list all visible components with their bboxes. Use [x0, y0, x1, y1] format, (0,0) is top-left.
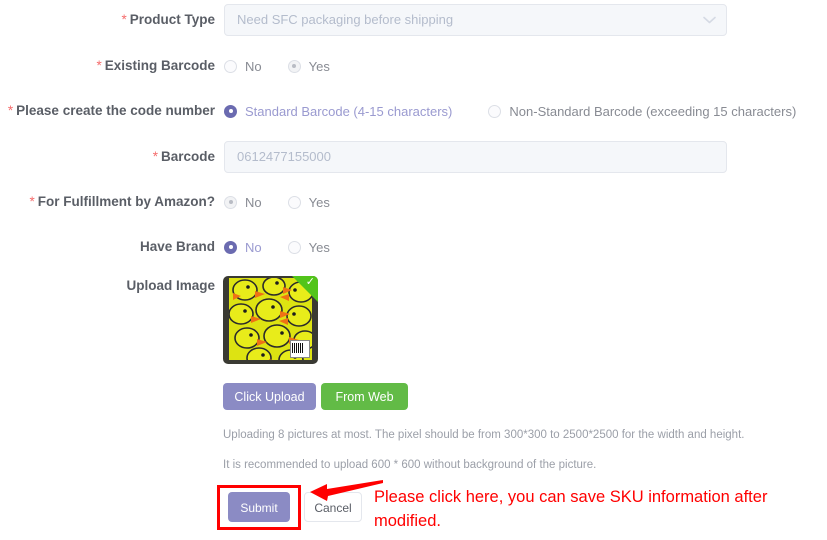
required-star: * [121, 12, 127, 27]
radio-label: No [245, 58, 262, 74]
required-star: * [7, 103, 14, 118]
radio-standard-barcode[interactable]: Standard Barcode (4-15 characters) [224, 104, 452, 119]
control-existing-barcode: No Yes [224, 48, 356, 84]
upload-hint-text: Uploading 8 pictures at most. The pixel … [223, 429, 745, 471]
label-text: Have Brand [139, 239, 215, 254]
label-upload-image: Upload Image [126, 278, 215, 293]
control-barcode: 0612477155000 [224, 139, 727, 175]
label-text: For Fulfillment by Amazon? [37, 194, 215, 209]
label-product-type: * Product Type [0, 2, 215, 38]
sku-edit-form: * Product Type Need SFC packaging before … [0, 0, 827, 540]
radio-dot [287, 240, 301, 254]
label-text: Barcode [160, 149, 215, 164]
label-text: Existing Barcode [104, 58, 215, 73]
control-fba: No Yes [224, 184, 356, 220]
required-star: * [29, 194, 35, 209]
radio-dot [287, 195, 301, 209]
form-row-barcode: * Barcode 0612477155000 [0, 139, 827, 175]
radio-dot-selected [224, 195, 237, 209]
label-existing-barcode: * Existing Barcode [0, 48, 215, 84]
control-have-brand: No Yes [224, 229, 356, 265]
barcode-value: 0612477155000 [237, 149, 331, 164]
label-text: Product Type [129, 12, 215, 27]
control-code-number: Standard Barcode (4-15 characters) Non-S… [224, 93, 822, 129]
radio-label: No [245, 194, 262, 210]
radio-dot [224, 59, 237, 73]
required-star: * [152, 149, 158, 164]
required-star: * [96, 58, 102, 73]
radio-existing-barcode-no[interactable]: No [224, 59, 262, 74]
check-icon: ✓ [305, 276, 315, 288]
form-row-code-number: * Please create the code number Standard … [0, 93, 827, 129]
product-type-value: Need SFC packaging before shipping [237, 12, 454, 27]
radio-group-existing-barcode: No Yes [224, 48, 356, 84]
radio-non-standard-barcode[interactable]: Non-Standard Barcode (exceeding 15 chara… [488, 104, 796, 119]
barcode-sticker-icon [290, 340, 310, 358]
label-barcode: * Barcode [0, 139, 215, 175]
radio-dot-selected [224, 240, 237, 254]
radio-label: Yes [308, 239, 330, 255]
chevron-down-icon[interactable] [703, 5, 716, 35]
radio-existing-barcode-yes[interactable]: Yes [287, 58, 330, 74]
form-row-product-type: * Product Type Need SFC packaging before … [0, 2, 827, 38]
annotation-highlight-box [217, 485, 301, 530]
radio-label: Yes [308, 58, 330, 74]
annotation-text: Please click here, you can save SKU info… [374, 488, 768, 530]
click-upload-button[interactable]: Click Upload [223, 383, 316, 410]
radio-group-have-brand: No Yes [224, 229, 356, 265]
form-footer: Submit Cancel Please click here, you can… [0, 480, 827, 540]
barcode-input[interactable]: 0612477155000 [224, 141, 727, 173]
from-web-button[interactable]: From Web [321, 383, 408, 410]
radio-label: Non-Standard Barcode (exceeding 15 chara… [509, 103, 797, 119]
uploaded-image-thumbnail[interactable]: ✓ [223, 276, 318, 364]
label-text: Please create the code number [16, 103, 215, 118]
radio-label: No [245, 239, 262, 255]
radio-label: Standard Barcode (4-15 characters) [245, 103, 453, 119]
form-row-have-brand: Have Brand No Yes [0, 229, 827, 265]
control-product-type: Need SFC packaging before shipping [224, 2, 727, 38]
radio-dot [488, 104, 502, 118]
label-code-number: * Please create the code number [0, 93, 215, 129]
radio-have-brand-yes[interactable]: Yes [287, 239, 330, 255]
radio-fba-yes[interactable]: Yes [287, 194, 330, 210]
radio-label: Yes [308, 194, 330, 210]
product-type-select[interactable]: Need SFC packaging before shipping [224, 4, 727, 36]
form-row-existing-barcode: * Existing Barcode No Yes [0, 48, 827, 84]
form-row-fba: * For Fulfillment by Amazon? No Yes [0, 184, 827, 220]
radio-group-fba: No Yes [224, 184, 356, 220]
label-have-brand: Have Brand [0, 229, 215, 265]
radio-have-brand-no[interactable]: No [224, 240, 262, 255]
radio-dot-selected [224, 104, 237, 118]
radio-fba-no[interactable]: No [224, 195, 262, 210]
annotation-arrow-icon [305, 479, 385, 509]
radio-group-code-number: Standard Barcode (4-15 characters) Non-S… [224, 93, 822, 129]
radio-dot-selected [287, 59, 301, 73]
label-fba: * For Fulfillment by Amazon? [0, 184, 215, 220]
